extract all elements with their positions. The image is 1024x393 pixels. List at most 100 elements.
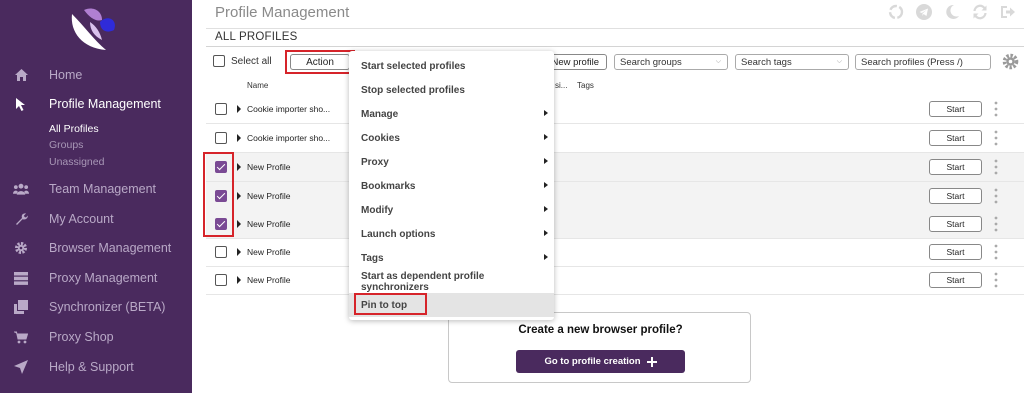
submenu-arrow-icon — [544, 182, 548, 188]
profile-name[interactable]: Cookie importer sho... — [247, 104, 330, 114]
chevron-down-icon: ⌵ — [715, 58, 721, 65]
menu-item-label: Launch options — [361, 228, 436, 240]
menu-item-label: Start selected profiles — [361, 60, 466, 72]
expand-arrow-icon[interactable] — [237, 105, 241, 113]
table-row[interactable]: Cookie importer sho... Start — [206, 124, 1024, 153]
more-options-icon[interactable] — [993, 100, 999, 118]
profile-name[interactable]: New Profile — [247, 219, 290, 229]
subnav-unassigned[interactable]: Unassigned — [49, 156, 104, 168]
start-button[interactable]: Start — [929, 188, 982, 204]
select-all-label[interactable]: Select all — [231, 56, 272, 67]
select-all-checkbox[interactable] — [213, 55, 225, 67]
profile-name[interactable]: Cookie importer sho... — [247, 133, 330, 143]
column-header-name[interactable]: Name — [247, 81, 268, 90]
expand-arrow-icon[interactable] — [237, 248, 241, 256]
menu-item-stop-selected[interactable]: Stop selected profiles — [349, 78, 554, 102]
sidebar-item-label: Help & Support — [49, 360, 134, 374]
search-profiles-input[interactable]: Search profiles (Press /) — [855, 54, 991, 70]
moon-icon[interactable] — [943, 3, 960, 20]
table-row[interactable]: New Profile Start — [206, 153, 1024, 182]
expand-arrow-icon[interactable] — [237, 192, 241, 200]
menu-item-label: Stop selected profiles — [361, 84, 465, 96]
menu-item-start-dependent-sync[interactable]: Start as dependent profile synchronizers — [349, 270, 554, 294]
column-header-truncated[interactable]: si... — [555, 81, 567, 90]
gear-icon — [13, 240, 29, 256]
menu-item-modify[interactable]: Modify — [349, 198, 554, 222]
sync-icon[interactable] — [971, 3, 988, 20]
sidebar-item-team-management[interactable]: Team Management — [0, 175, 192, 203]
more-options-icon[interactable] — [993, 158, 999, 176]
plus-icon — [646, 356, 657, 367]
menu-item-bookmarks[interactable]: Bookmarks — [349, 174, 554, 198]
table-row[interactable]: New Profile Start — [206, 266, 1024, 295]
sidebar-item-proxy-management[interactable]: Proxy Management — [0, 264, 192, 292]
server-icon — [13, 270, 29, 286]
menu-item-launch-options[interactable]: Launch options — [349, 222, 554, 246]
search-groups-select[interactable]: Search groups ⌵ — [614, 54, 728, 70]
menu-item-label: Modify — [361, 204, 394, 216]
search-tags-select[interactable]: Search tags ⌵ — [735, 54, 849, 70]
more-options-icon[interactable] — [993, 271, 999, 289]
butterfly-logo[interactable] — [62, 4, 128, 54]
menu-item-cookies[interactable]: Cookies — [349, 126, 554, 150]
table-row[interactable]: New Profile Start — [206, 182, 1024, 211]
submenu-arrow-icon — [544, 158, 548, 164]
telegram-icon[interactable] — [915, 3, 932, 20]
more-options-icon[interactable] — [993, 215, 999, 233]
pin-to-top-highlight-box — [354, 293, 427, 315]
expand-arrow-icon[interactable] — [237, 220, 241, 228]
expand-arrow-icon[interactable] — [237, 163, 241, 171]
row-checkbox[interactable] — [215, 103, 227, 115]
sidebar-item-proxy-shop[interactable]: Proxy Shop — [0, 323, 192, 351]
recycle-icon[interactable] — [887, 3, 904, 20]
column-header-tags[interactable]: Tags — [577, 81, 594, 90]
table-row[interactable]: New Profile Start — [206, 238, 1024, 267]
start-button[interactable]: Start — [929, 216, 982, 232]
row-checkbox[interactable] — [215, 274, 227, 286]
submenu-arrow-icon — [544, 206, 548, 212]
checkbox-highlight-box — [203, 152, 234, 237]
menu-item-manage[interactable]: Manage — [349, 102, 554, 126]
create-profile-title: Create a new browser profile? — [518, 324, 683, 336]
start-button[interactable]: Start — [929, 159, 982, 175]
sidebar-item-synchronizer[interactable]: Synchronizer (BETA) — [0, 293, 192, 321]
start-button[interactable]: Start — [929, 130, 982, 146]
sidebar-item-home[interactable]: Home — [0, 61, 192, 89]
subnav-all-profiles[interactable]: All Profiles — [49, 123, 99, 135]
table-row[interactable]: New Profile Start — [206, 210, 1024, 239]
more-options-icon[interactable] — [993, 243, 999, 261]
expand-arrow-icon[interactable] — [237, 134, 241, 142]
profile-name[interactable]: New Profile — [247, 247, 290, 257]
sidebar-item-label: Synchronizer (BETA) — [49, 300, 166, 314]
table-row[interactable]: Cookie importer sho... Start — [206, 95, 1024, 124]
row-checkbox[interactable] — [215, 246, 227, 258]
search-tags-label: Search tags — [741, 56, 792, 68]
copy-icon — [13, 299, 29, 315]
search-groups-label: Search groups — [620, 56, 682, 68]
sidebar-item-my-account[interactable]: My Account — [0, 205, 192, 233]
row-checkbox[interactable] — [215, 132, 227, 144]
profile-name[interactable]: New Profile — [247, 162, 290, 172]
sidebar-item-help-support[interactable]: Help & Support — [0, 353, 192, 381]
sidebar-item-label: Home — [49, 68, 83, 82]
sidebar-item-profile-management[interactable]: Profile Management — [0, 90, 192, 118]
menu-item-tags[interactable]: Tags — [349, 246, 554, 270]
start-button[interactable]: Start — [929, 244, 982, 260]
menu-item-label: Bookmarks — [361, 180, 416, 192]
sidebar-item-browser-management[interactable]: Browser Management — [0, 234, 192, 262]
go-to-profile-creation-button[interactable]: Go to profile creation — [516, 350, 685, 373]
more-options-icon[interactable] — [993, 129, 999, 147]
menu-item-proxy[interactable]: Proxy — [349, 150, 554, 174]
create-profile-card: Create a new browser profile? Go to prof… — [448, 312, 751, 383]
profile-name[interactable]: New Profile — [247, 191, 290, 201]
page-title: Profile Management — [215, 4, 350, 21]
start-button[interactable]: Start — [929, 101, 982, 117]
settings-gear-icon[interactable] — [1002, 53, 1019, 70]
logout-icon[interactable] — [999, 3, 1016, 20]
more-options-icon[interactable] — [993, 187, 999, 205]
profile-name[interactable]: New Profile — [247, 275, 290, 285]
menu-item-start-selected[interactable]: Start selected profiles — [349, 54, 554, 78]
expand-arrow-icon[interactable] — [237, 276, 241, 284]
start-button[interactable]: Start — [929, 272, 982, 288]
subnav-groups[interactable]: Groups — [49, 139, 83, 151]
